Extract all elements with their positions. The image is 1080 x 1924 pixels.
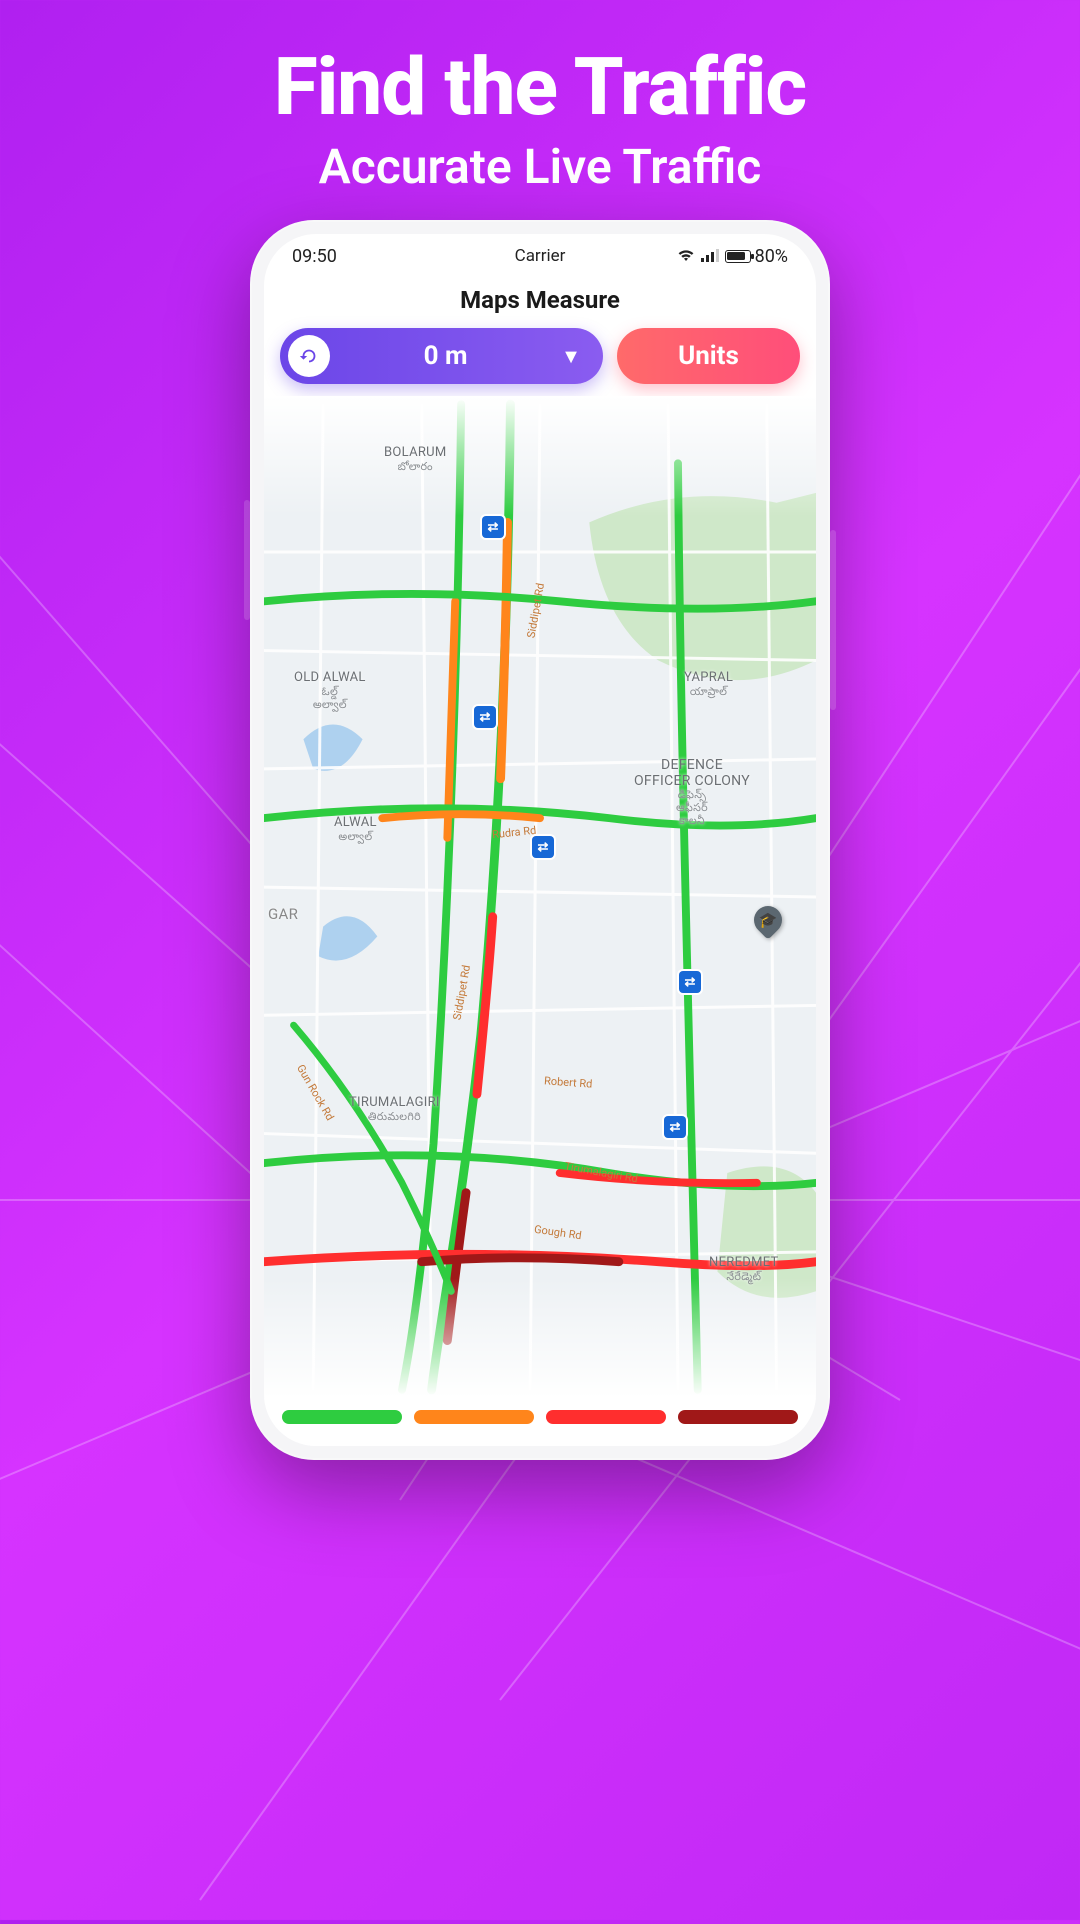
signal-icon: [701, 246, 719, 267]
status-right: 80%: [677, 246, 788, 267]
transit-station-icon[interactable]: ⇄: [664, 1116, 686, 1138]
legend-standstill: [678, 1410, 798, 1424]
hero: Find the Traffic Accurate Live Traffic: [0, 0, 1080, 195]
undo-icon: [298, 345, 320, 367]
status-time: 09:50: [292, 246, 337, 267]
legend-heavy: [546, 1410, 666, 1424]
distance-value: 0 m: [424, 341, 468, 371]
traffic-legend: [264, 1398, 816, 1446]
place-label-yapral: YAPRALయాప్రాల్: [684, 671, 733, 699]
hero-title: Find the Traffic: [0, 40, 1080, 134]
place-label-defence: DEFENCE OFFICER COLONYడిఫెన్స్ ఆఫీసర్ కా…: [634, 741, 750, 843]
status-bar: 09:50 Carrier 80%: [264, 234, 816, 278]
hero-subtitle: Accurate Live Traffic: [0, 138, 1080, 195]
transit-station-icon[interactable]: ⇄: [482, 516, 504, 538]
place-label-gar: GAR: [268, 906, 298, 923]
phone-frame: 09:50 Carrier 80% Maps Measure: [250, 220, 830, 1460]
place-label-neredmet: NEREDMETనేరేడ్మెట్: [709, 1256, 779, 1284]
controls-row: 0 m ▼ Units: [264, 328, 816, 396]
legend-free: [282, 1410, 402, 1424]
place-label-old-alwal: OLD ALWALఓల్డ్ అల్వాల్: [294, 671, 366, 711]
map-canvas: [264, 396, 816, 1398]
app-title: Maps Measure: [264, 278, 816, 328]
battery-icon: [725, 250, 751, 263]
distance-dropdown[interactable]: 0 m ▼: [280, 328, 603, 384]
place-label-alwal: ALWALఅల్వాల్: [334, 816, 377, 844]
chevron-down-icon: ▼: [561, 344, 581, 369]
place-label-tirumalagiri: TIRUMALAGIRIతిరుమలగిరి: [349, 1096, 440, 1124]
phone-screen: 09:50 Carrier 80% Maps Measure: [264, 234, 816, 1446]
transit-station-icon[interactable]: ⇄: [679, 971, 701, 993]
units-label: Units: [678, 341, 739, 371]
place-label-bolarum: BOLARUMబోలారం: [384, 446, 447, 474]
legend-slow: [414, 1410, 534, 1424]
map-view[interactable]: ⇄ ⇄ ⇄ ⇄ ⇄ 🎓 BOLARUMబోలారం OLD ALWALఓల్డ్…: [264, 396, 816, 1398]
undo-button[interactable]: [288, 335, 330, 377]
units-button[interactable]: Units: [617, 328, 800, 384]
battery-indicator: 80%: [725, 246, 788, 267]
transit-station-icon[interactable]: ⇄: [474, 706, 496, 728]
wifi-icon: [677, 246, 695, 267]
battery-percent: 80%: [755, 246, 788, 267]
transit-station-icon[interactable]: ⇄: [532, 836, 554, 858]
